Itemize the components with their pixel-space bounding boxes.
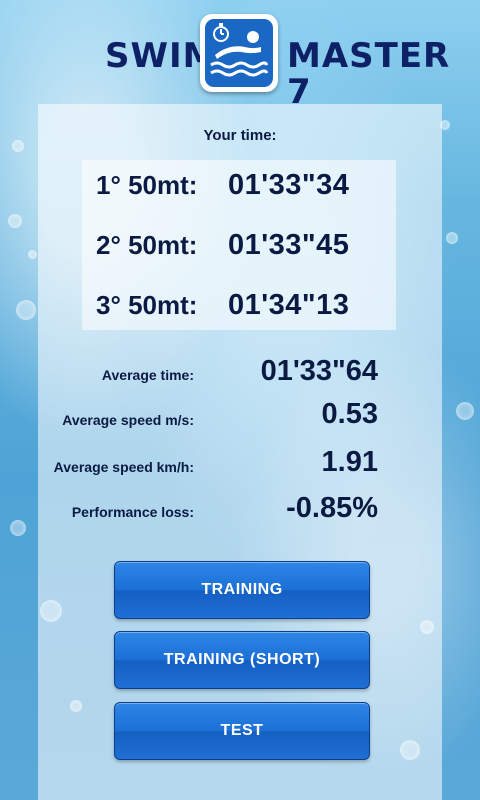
app-title-right: MASTER 7 — [287, 36, 451, 112]
lap-2-time: 01'33"45 — [228, 229, 350, 261]
average-time-label: Average time: — [101, 367, 194, 383]
test-button[interactable]: TEST — [114, 702, 370, 760]
average-speed-kmh-label: Average speed km/h: — [53, 459, 194, 475]
average-speed-ms-label: Average speed m/s: — [62, 412, 194, 428]
performance-loss-value: -0.85% — [286, 492, 378, 524]
lap-3-label: 3° 50mt: — [96, 290, 198, 320]
lap-3-time: 01'34"13 — [228, 289, 350, 321]
app-header: SWIM MASTER 7 — [0, 0, 480, 110]
lap-2-label: 2° 50mt: — [96, 230, 198, 260]
your-time-label: Your time: — [203, 127, 277, 144]
performance-loss-label: Performance loss: — [71, 504, 194, 520]
training-short-button[interactable]: TRAINING (SHORT) — [114, 631, 370, 689]
lap-1-label: 1° 50mt: — [96, 170, 198, 200]
swimmer-stopwatch-icon — [200, 14, 278, 92]
average-speed-kmh-value: 1.91 — [321, 446, 378, 478]
lap-1-time: 01'33"34 — [228, 169, 350, 201]
average-speed-ms-value: 0.53 — [321, 398, 378, 430]
average-time-value: 01'33"64 — [260, 355, 378, 387]
training-button[interactable]: TRAINING — [114, 561, 370, 619]
